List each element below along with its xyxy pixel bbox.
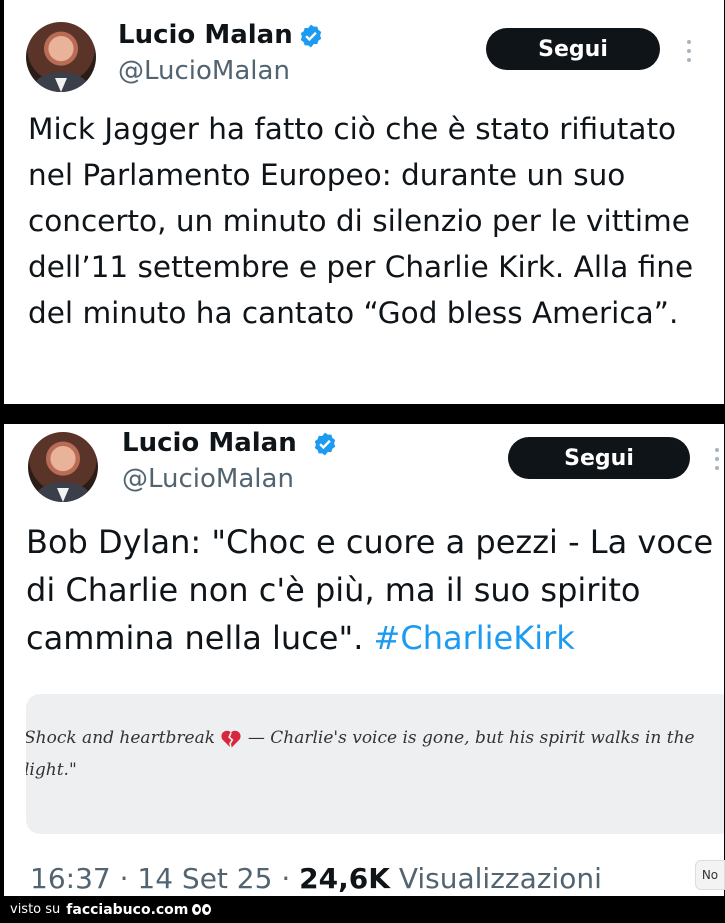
views-count: 24,6K — [299, 862, 390, 895]
avatar[interactable] — [28, 432, 98, 502]
broken-heart-icon — [221, 730, 242, 748]
tweet-card-2: Lucio Malan @LucioMalan Segui Bob Dylan:… — [4, 424, 724, 896]
views-label: Visualizzazioni — [389, 862, 602, 895]
site-name[interactable]: facciabuco.com — [66, 902, 188, 918]
follow-button[interactable]: Segui — [486, 28, 660, 70]
tweet-text: Mick Jagger ha fatto ciò che è stato rif… — [28, 112, 694, 330]
quote-text-line2: light." — [26, 760, 77, 780]
author-handle[interactable]: @LucioMalan — [122, 464, 294, 494]
quote-text-part2: — Charlie's voice is gone, but his spiri… — [247, 728, 695, 748]
footer-prefix: visto su — [10, 902, 61, 917]
author-name[interactable]: Lucio Malan — [122, 428, 297, 458]
tweet-metadata: 16:37 · 14 Set 25 · 24,6K Visualizzazion… — [30, 862, 602, 895]
tweet-text-body: Bob Dylan: "Choc e cuore a pezzi - La vo… — [26, 523, 714, 657]
eyes-logo-icon — [192, 904, 212, 915]
hashtag-link[interactable]: #CharlieKirk — [374, 619, 575, 657]
verified-badge-icon — [314, 432, 336, 456]
quoted-media-card[interactable]: Shock and heartbreak — Charlie's voice i… — [26, 694, 724, 834]
author-name[interactable]: Lucio Malan — [118, 20, 293, 50]
follow-button[interactable]: Segui — [508, 437, 690, 479]
side-tab[interactable]: No — [695, 860, 725, 890]
quote-text: Shock and heartbreak — Charlie's voice i… — [26, 722, 724, 786]
more-options-icon[interactable] — [714, 448, 720, 470]
timestamp[interactable]: 16:37 · 14 Set 25 · — [30, 862, 299, 895]
watermark-footer: visto su facciabuco.com — [0, 896, 725, 923]
verified-badge-icon — [300, 24, 322, 48]
author-handle[interactable]: @LucioMalan — [118, 56, 290, 86]
tweet-text: Bob Dylan: "Choc e cuore a pezzi - La vo… — [26, 518, 724, 662]
avatar[interactable] — [26, 22, 96, 92]
more-options-icon[interactable] — [686, 40, 692, 62]
quote-text-part1: Shock and heartbreak — [26, 728, 216, 748]
tweet-card-1: Lucio Malan @LucioMalan Segui Mick Jagge… — [4, 0, 724, 404]
